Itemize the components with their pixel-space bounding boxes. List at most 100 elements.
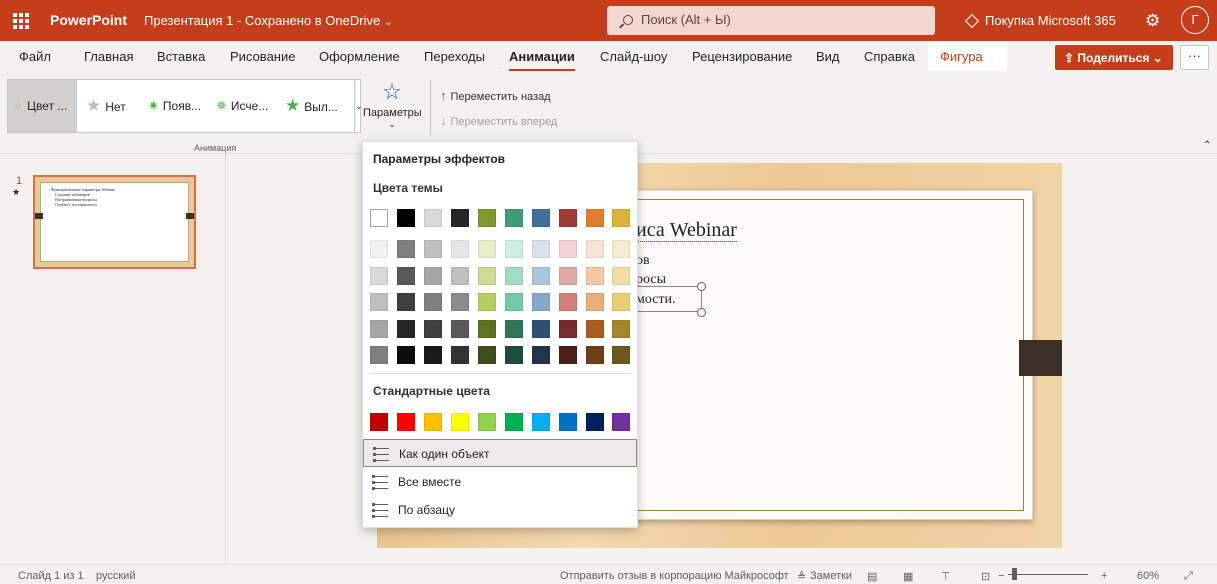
theme-shade-swatch[interactable]	[370, 320, 388, 338]
theme-shade-swatch[interactable]	[532, 346, 550, 364]
slide-title[interactable]: иса Webinar	[636, 219, 737, 242]
selected-textbox[interactable]	[636, 286, 702, 312]
reading-view-icon[interactable]: ⊤	[941, 570, 951, 583]
gear-icon[interactable]: ⚙	[1145, 11, 1160, 31]
slide-text-line[interactable]: ов	[636, 253, 650, 269]
theme-shade-swatch[interactable]	[586, 267, 604, 285]
theme-shade-swatch[interactable]	[451, 240, 469, 258]
theme-shade-swatch[interactable]	[397, 346, 415, 364]
theme-shade-swatch[interactable]	[505, 240, 523, 258]
theme-shade-swatch[interactable]	[586, 346, 604, 364]
theme-shade-swatch[interactable]	[370, 267, 388, 285]
language-indicator[interactable]: русский	[96, 570, 135, 582]
standard-color-swatch[interactable]	[451, 413, 469, 431]
theme-shade-swatch[interactable]	[505, 267, 523, 285]
resize-handle[interactable]	[697, 308, 706, 317]
fit-window-icon[interactable]: ⤢	[1184, 570, 1193, 583]
tab-7[interactable]: Анимации	[509, 49, 575, 71]
slide-thumbnail[interactable]: Функциональные параметры Webinar Создани…	[33, 175, 196, 269]
theme-shade-swatch[interactable]	[451, 293, 469, 311]
standard-color-swatch[interactable]	[505, 413, 523, 431]
gallery-item-appear[interactable]: ✷ Появ...	[148, 80, 201, 132]
theme-color-swatch[interactable]	[532, 209, 550, 227]
gallery-item-fly[interactable]: ★ Выл...	[285, 80, 338, 132]
theme-shade-swatch[interactable]	[532, 240, 550, 258]
gallery-item-none[interactable]: ★ Нет	[86, 80, 126, 132]
notes-button[interactable]: Заметки	[810, 570, 852, 582]
theme-shade-swatch[interactable]	[478, 240, 496, 258]
theme-shade-swatch[interactable]	[397, 293, 415, 311]
gallery-item-color[interactable]: ✧ Цвет ...	[8, 80, 77, 132]
zoom-slider-thumb[interactable]	[1012, 568, 1017, 580]
theme-shade-swatch[interactable]	[451, 320, 469, 338]
theme-shade-swatch[interactable]	[532, 267, 550, 285]
move-back-button[interactable]: ↑ Переместить назад	[440, 88, 551, 103]
theme-shade-swatch[interactable]	[478, 293, 496, 311]
theme-color-swatch[interactable]	[505, 209, 523, 227]
tab-5[interactable]: Оформление	[319, 49, 400, 64]
standard-color-swatch[interactable]	[397, 413, 415, 431]
zoom-level[interactable]: 60%	[1137, 570, 1159, 582]
theme-color-swatch[interactable]	[586, 209, 604, 227]
theme-shade-swatch[interactable]	[370, 240, 388, 258]
feedback-link[interactable]: Отправить отзыв в корпорацию Майкрософт	[560, 570, 789, 582]
theme-shade-swatch[interactable]	[397, 267, 415, 285]
tab-1[interactable]: Файл	[19, 49, 51, 64]
buy-microsoft-365-link[interactable]: Покупка Microsoft 365	[964, 13, 1116, 29]
theme-shade-swatch[interactable]	[612, 240, 630, 258]
theme-shade-swatch[interactable]	[478, 320, 496, 338]
app-launcher-icon[interactable]	[13, 13, 29, 29]
theme-shade-swatch[interactable]	[612, 293, 630, 311]
theme-shade-swatch[interactable]	[424, 240, 442, 258]
theme-shade-swatch[interactable]	[612, 267, 630, 285]
theme-shade-swatch[interactable]	[586, 320, 604, 338]
standard-color-swatch[interactable]	[424, 413, 442, 431]
theme-shade-swatch[interactable]	[424, 293, 442, 311]
zoom-slider-track[interactable]	[1008, 574, 1088, 575]
theme-color-swatch[interactable]	[397, 209, 415, 227]
theme-shade-swatch[interactable]	[397, 320, 415, 338]
tab-10[interactable]: Вид	[816, 49, 840, 64]
theme-shade-swatch[interactable]	[612, 320, 630, 338]
theme-shade-swatch[interactable]	[532, 320, 550, 338]
avatar[interactable]: Г	[1181, 6, 1209, 34]
theme-color-swatch[interactable]	[451, 209, 469, 227]
theme-shade-swatch[interactable]	[424, 346, 442, 364]
theme-shade-swatch[interactable]	[559, 346, 577, 364]
theme-shade-swatch[interactable]	[451, 267, 469, 285]
zoom-out-button[interactable]: −	[998, 570, 1004, 582]
theme-shade-swatch[interactable]	[505, 320, 523, 338]
more-options-button[interactable]: ···	[1180, 45, 1209, 70]
theme-shade-swatch[interactable]	[478, 267, 496, 285]
theme-shade-swatch[interactable]	[559, 293, 577, 311]
gallery-expand-button[interactable]: ⌄	[354, 80, 363, 132]
standard-color-swatch[interactable]	[612, 413, 630, 431]
theme-shade-swatch[interactable]	[370, 293, 388, 311]
standard-color-swatch[interactable]	[532, 413, 550, 431]
tab-3[interactable]: Вставка	[157, 49, 205, 64]
theme-shade-swatch[interactable]	[424, 267, 442, 285]
tab-8[interactable]: Слайд-шоу	[600, 49, 667, 64]
theme-shade-swatch[interactable]	[505, 293, 523, 311]
theme-shade-swatch[interactable]	[505, 346, 523, 364]
gallery-item-fade[interactable]: ✵ Исче...	[216, 80, 268, 132]
standard-color-swatch[interactable]	[559, 413, 577, 431]
theme-color-swatch[interactable]	[612, 209, 630, 227]
tab-2[interactable]: Главная	[84, 49, 133, 64]
theme-shade-swatch[interactable]	[532, 293, 550, 311]
sequence-option-2[interactable]: Все вместе	[363, 468, 637, 496]
normal-view-icon[interactable]: ▤	[867, 570, 877, 583]
sequence-option-1[interactable]: Как один объект	[363, 439, 637, 467]
share-button[interactable]: ⇪ Поделиться ⌄	[1055, 45, 1173, 70]
notes-icon[interactable]: ≜	[797, 570, 806, 583]
slide-sorter-icon[interactable]: ▦	[903, 570, 913, 583]
collapse-ribbon-icon[interactable]: ⌃	[1203, 140, 1211, 151]
theme-shade-swatch[interactable]	[424, 320, 442, 338]
fit-slide-icon[interactable]: ⊡	[981, 570, 990, 583]
theme-color-swatch[interactable]	[559, 209, 577, 227]
tab-4[interactable]: Рисование	[230, 49, 295, 64]
zoom-in-button[interactable]: +	[1101, 570, 1107, 582]
theme-shade-swatch[interactable]	[586, 240, 604, 258]
theme-color-swatch[interactable]	[478, 209, 496, 227]
tab-11[interactable]: Справка	[864, 49, 915, 64]
